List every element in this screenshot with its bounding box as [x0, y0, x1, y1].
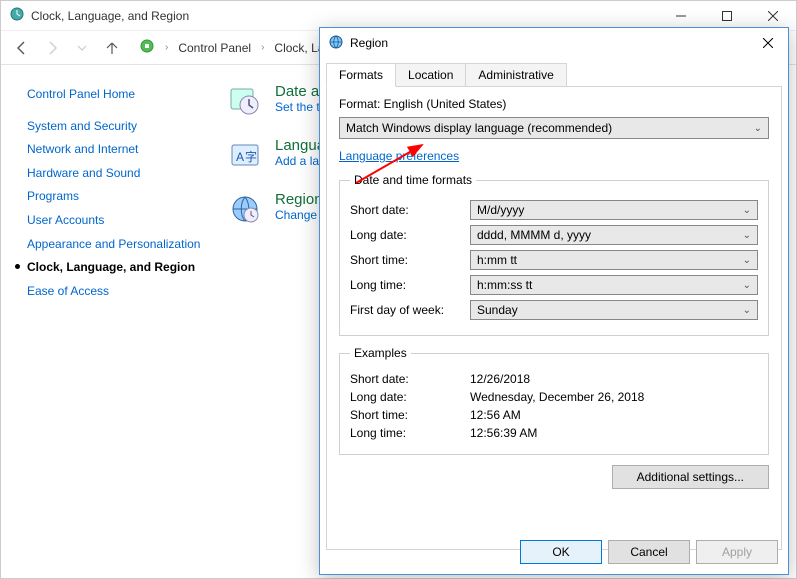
- recent-dropdown-icon[interactable]: [69, 35, 95, 61]
- additional-settings-button[interactable]: Additional settings...: [612, 465, 769, 489]
- category-title[interactable]: Region: [275, 191, 323, 208]
- sidebar-item-hardware[interactable]: Hardware and Sound: [27, 162, 205, 186]
- first-day-label: First day of week:: [350, 303, 470, 317]
- dialog-titlebar: Region: [320, 28, 788, 58]
- chevron-down-icon: ⌄: [743, 205, 751, 216]
- sidebar-item-system[interactable]: System and Security: [27, 115, 205, 139]
- maximize-button[interactable]: [704, 1, 750, 31]
- example-long-time: Long time: 12:56:39 AM: [350, 426, 758, 440]
- sidebar: Control Panel Home System and Security N…: [1, 65, 211, 578]
- short-date-label: Short date:: [350, 203, 470, 217]
- language-icon: A字: [227, 137, 263, 173]
- sidebar-item-clock[interactable]: Clock, Language, and Region: [27, 256, 205, 280]
- chevron-down-icon: ⌄: [743, 280, 751, 291]
- window-title: Clock, Language, and Region: [31, 9, 658, 23]
- globe-icon: [328, 34, 344, 53]
- window-controls: [658, 1, 796, 31]
- breadcrumb-control-panel[interactable]: Control Panel: [174, 39, 255, 57]
- sidebar-item-appearance[interactable]: Appearance and Personalization: [27, 233, 205, 257]
- svg-text:字: 字: [245, 149, 257, 164]
- format-dropdown[interactable]: Match Windows display language (recommen…: [339, 117, 769, 139]
- chevron-down-icon: ⌄: [743, 230, 751, 241]
- row-long-date: Long date: dddd, MMMM d, yyyy⌄: [350, 225, 758, 245]
- sidebar-item-ease[interactable]: Ease of Access: [27, 280, 205, 304]
- tab-location[interactable]: Location: [395, 63, 466, 87]
- format-label: Format: English (United States): [339, 97, 769, 111]
- sidebar-item-network[interactable]: Network and Internet: [27, 138, 205, 162]
- sidebar-home[interactable]: Control Panel Home: [27, 83, 205, 107]
- clock-region-icon: [9, 6, 25, 25]
- control-panel-icon: [135, 36, 159, 59]
- row-first-day: First day of week: Sunday⌄: [350, 300, 758, 320]
- up-button[interactable]: [99, 35, 125, 61]
- row-short-time: Short time: h:mm tt⌄: [350, 250, 758, 270]
- region-icon: [227, 191, 263, 227]
- first-day-dropdown[interactable]: Sunday⌄: [470, 300, 758, 320]
- cancel-button[interactable]: Cancel: [608, 540, 690, 564]
- sidebar-item-programs[interactable]: Programs: [27, 185, 205, 209]
- chevron-down-icon: ⌄: [743, 305, 751, 316]
- example-short-date: Short date: 12/26/2018: [350, 372, 758, 386]
- dialog-close-button[interactable]: [748, 29, 788, 57]
- ok-button[interactable]: OK: [520, 540, 602, 564]
- short-time-label: Short time:: [350, 253, 470, 267]
- long-date-dropdown[interactable]: dddd, MMMM d, yyyy⌄: [470, 225, 758, 245]
- example-long-date: Long date: Wednesday, December 26, 2018: [350, 390, 758, 404]
- close-button[interactable]: [750, 1, 796, 31]
- datetime-formats-group: Date and time formats Short date: M/d/yy…: [339, 173, 769, 336]
- category-link[interactable]: Set the ti: [275, 100, 322, 114]
- back-button[interactable]: [9, 35, 35, 61]
- dialog-title: Region: [350, 36, 748, 50]
- long-time-dropdown[interactable]: h:mm:ss tt⌄: [470, 275, 758, 295]
- chevron-down-icon: ⌄: [754, 123, 762, 134]
- short-date-dropdown[interactable]: M/d/yyyy⌄: [470, 200, 758, 220]
- category-link[interactable]: Change l: [275, 208, 323, 222]
- chevron-right-icon[interactable]: ›: [257, 42, 268, 53]
- datetime-formats-legend: Date and time formats: [350, 173, 476, 187]
- row-short-date: Short date: M/d/yyyy⌄: [350, 200, 758, 220]
- minimize-button[interactable]: [658, 1, 704, 31]
- chevron-down-icon: ⌄: [743, 255, 751, 266]
- examples-legend: Examples: [350, 346, 411, 360]
- apply-button[interactable]: Apply: [696, 540, 778, 564]
- short-time-dropdown[interactable]: h:mm tt⌄: [470, 250, 758, 270]
- svg-text:A: A: [236, 150, 244, 164]
- dialog-footer: OK Cancel Apply: [520, 540, 778, 564]
- datetime-icon: [227, 83, 263, 119]
- sidebar-item-users[interactable]: User Accounts: [27, 209, 205, 233]
- long-date-label: Long date:: [350, 228, 470, 242]
- language-preferences-link[interactable]: Language preferences: [339, 149, 459, 163]
- forward-button[interactable]: [39, 35, 65, 61]
- tab-strip: Formats Location Administrative: [320, 58, 788, 86]
- category-title[interactable]: Date a: [275, 83, 322, 100]
- format-dropdown-value: Match Windows display language (recommen…: [346, 121, 612, 135]
- row-long-time: Long time: h:mm:ss tt⌄: [350, 275, 758, 295]
- long-time-label: Long time:: [350, 278, 470, 292]
- tab-administrative[interactable]: Administrative: [465, 63, 566, 87]
- tab-panel-formats: Format: English (United States) Match Wi…: [326, 86, 782, 550]
- region-dialog: Region Formats Location Administrative F…: [319, 27, 789, 575]
- example-short-time: Short time: 12:56 AM: [350, 408, 758, 422]
- chevron-right-icon[interactable]: ›: [161, 42, 172, 53]
- tab-formats[interactable]: Formats: [326, 63, 396, 87]
- examples-group: Examples Short date: 12/26/2018 Long dat…: [339, 346, 769, 455]
